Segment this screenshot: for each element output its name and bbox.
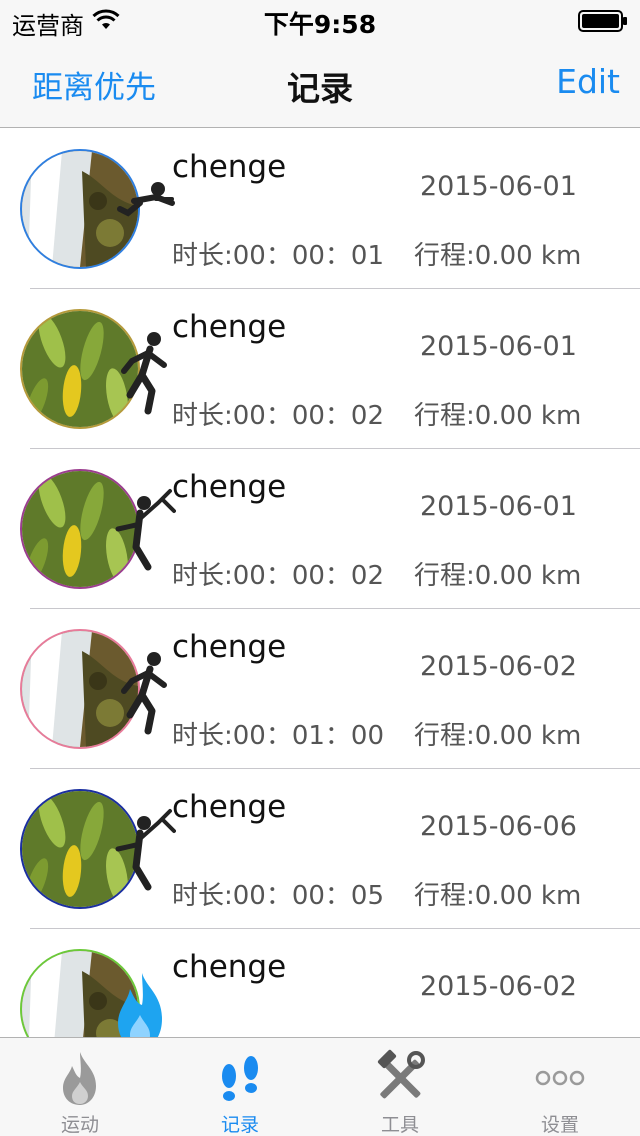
fire-icon bbox=[118, 973, 162, 1037]
record-date: 2015-06-01 bbox=[420, 171, 577, 202]
status-time: 下午9:58 bbox=[263, 10, 377, 39]
tab-bar: 运动 记录 工具 设置 bbox=[0, 1037, 640, 1136]
more-icon bbox=[535, 1070, 585, 1086]
record-duration: 时长:00：00：02 bbox=[172, 561, 385, 591]
tab-label: 设置 bbox=[540, 1114, 579, 1136]
record-user-name: chenge bbox=[172, 469, 287, 505]
edit-button[interactable]: Edit bbox=[556, 62, 620, 101]
record-row[interactable]: chenge 2015-06-01 时长:00：00：01 行程:0.00 km bbox=[0, 129, 640, 289]
record-distance: 行程:0.00 km bbox=[414, 881, 582, 911]
record-distance: 行程:0.00 km bbox=[414, 241, 582, 271]
record-row[interactable]: chenge 2015-06-02 时长:00：01：00 行程:0.00 km bbox=[0, 609, 640, 769]
tools-icon bbox=[377, 1049, 425, 1099]
record-date: 2015-06-02 bbox=[420, 971, 577, 1002]
running-icon bbox=[121, 332, 167, 415]
ice-climbing-icon bbox=[115, 489, 176, 571]
status-bar: 运营商 下午9:58 bbox=[0, 0, 640, 40]
tab-label: 工具 bbox=[380, 1114, 419, 1136]
footprints-icon bbox=[222, 1056, 258, 1101]
record-user-name: chenge bbox=[172, 149, 287, 185]
record-duration: 时长:00：00：01 bbox=[172, 241, 385, 271]
record-date: 2015-06-06 bbox=[420, 811, 577, 842]
tab-label: 运动 bbox=[60, 1114, 99, 1136]
navigation-bar: 距离优先 记录 Edit bbox=[0, 40, 640, 128]
record-user-name: chenge bbox=[172, 789, 287, 825]
record-date: 2015-06-01 bbox=[420, 491, 577, 522]
records-list[interactable]: chenge 2015-06-01 时长:00：00：01 行程:0.00 km che… bbox=[0, 129, 640, 1037]
record-distance: 行程:0.00 km bbox=[414, 721, 582, 751]
running-icon bbox=[121, 652, 167, 735]
page-title: 记录 bbox=[287, 69, 353, 108]
climbing-icon bbox=[117, 182, 175, 217]
record-user-name: chenge bbox=[172, 629, 287, 665]
record-user-name: chenge bbox=[172, 949, 287, 985]
tab-label: 记录 bbox=[220, 1114, 259, 1136]
flame-icon bbox=[63, 1052, 96, 1105]
record-row[interactable]: chenge 2015-06-06 时长:00：00：05 行程:0.00 km bbox=[0, 769, 640, 929]
record-date: 2015-06-01 bbox=[420, 331, 577, 362]
record-duration: 时长:00：01：00 bbox=[172, 721, 385, 751]
battery-icon bbox=[578, 10, 627, 32]
record-row[interactable]: chenge2015-06-02时长:00：00：00行程:0.00 km bbox=[0, 929, 640, 1037]
record-date: 2015-06-02 bbox=[420, 651, 577, 682]
tab-settings[interactable]: 设置 bbox=[480, 1038, 640, 1136]
record-distance: 行程:0.00 km bbox=[414, 561, 582, 591]
record-row[interactable]: chenge 2015-06-01 时长:00：00：02 行程:0.00 km bbox=[0, 289, 640, 449]
tab-records[interactable]: 记录 bbox=[160, 1038, 320, 1136]
tab-tools[interactable]: 工具 bbox=[320, 1038, 480, 1136]
record-duration: 时长:00：00：02 bbox=[172, 401, 385, 431]
record-duration: 时长:00：00：05 bbox=[172, 881, 385, 911]
ice-climbing-icon bbox=[115, 809, 176, 891]
record-row[interactable]: chenge 2015-06-01 时长:00：00：02 行程:0.00 km bbox=[0, 449, 640, 609]
record-user-name: chenge bbox=[172, 309, 287, 345]
tab-sport[interactable]: 运动 bbox=[0, 1038, 160, 1136]
record-distance: 行程:0.00 km bbox=[414, 401, 582, 431]
